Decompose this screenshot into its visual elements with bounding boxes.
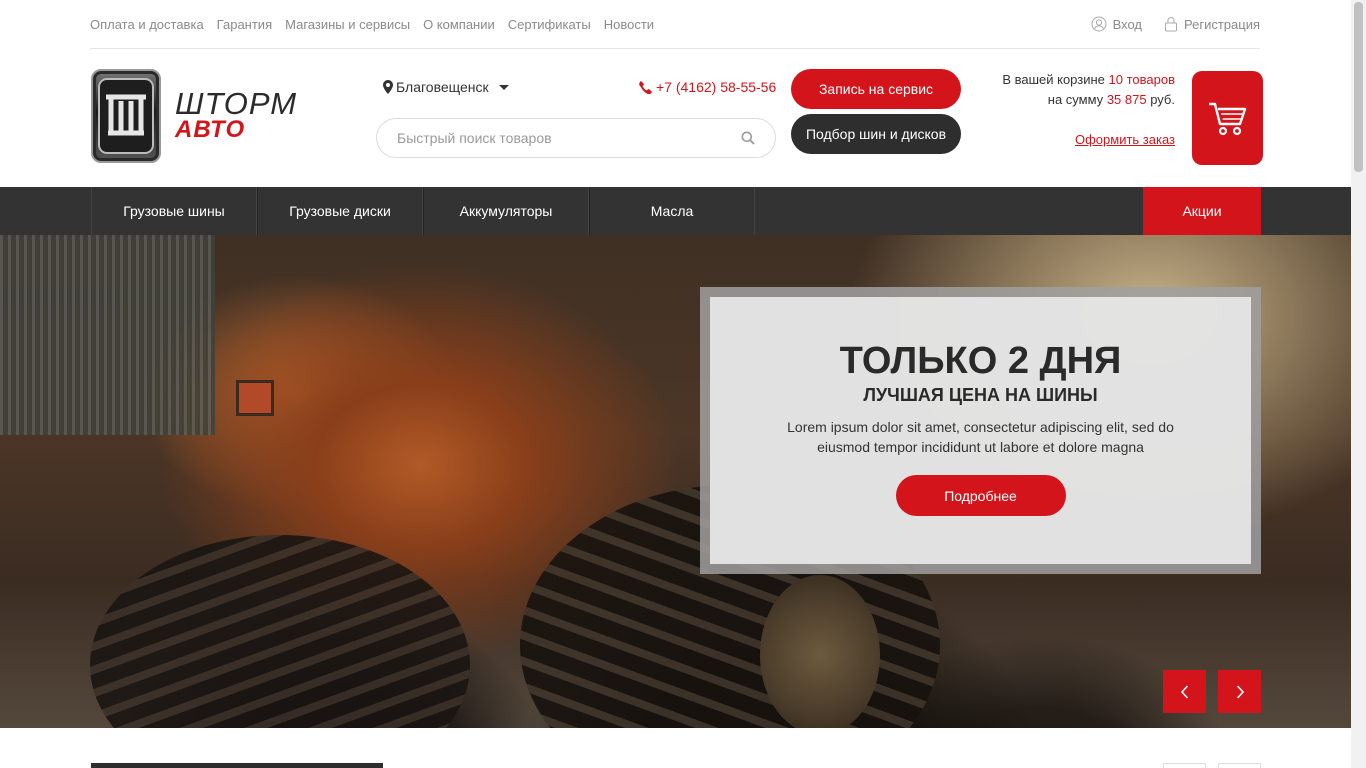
slider-next-button[interactable] (1218, 670, 1261, 713)
hero-image-light (236, 380, 274, 416)
site-logo[interactable]: ШТОРМ АВТО (91, 69, 339, 163)
phone-icon (639, 80, 652, 94)
top-link-warranty[interactable]: Гарантия (217, 17, 272, 32)
cart-button[interactable] (1192, 71, 1263, 165)
logo-emblem-icon (91, 69, 161, 163)
hero-image-grill (0, 235, 215, 435)
logo-line2: АВТО (175, 116, 246, 143)
promo-card: ТОЛЬКО 2 ДНЯ ЛУЧШАЯ ЦЕНА НА ШИНЫ Lorem i… (700, 287, 1261, 574)
cart-item-count: 10 товаров (1108, 72, 1175, 87)
top-link-about[interactable]: О компании (423, 17, 495, 32)
top-links-bar: Оплата и доставка Гарантия Магазины и се… (90, 0, 1260, 49)
promo-text: Lorem ipsum dolor sit amet, consectetur … (787, 419, 1174, 455)
account-links: Вход Регистрация (1069, 16, 1260, 32)
slider-prev-button[interactable] (1163, 670, 1206, 713)
logo-text: ШТОРМ АВТО (175, 86, 298, 143)
cart-total-sum: 35 875 (1106, 92, 1147, 107)
top-link-certificates[interactable]: Сертификаты (508, 17, 591, 32)
logo-line1: ШТОРМ (175, 86, 298, 121)
top-link-news[interactable]: Новости (604, 17, 654, 32)
search-input[interactable] (397, 130, 741, 146)
service-booking-button[interactable]: Запись на сервис (791, 69, 961, 109)
carousel-prev-button[interactable] (1163, 763, 1206, 768)
promo-more-button[interactable]: Подробнее (895, 475, 1066, 516)
checkout-link[interactable]: Оформить заказ (1075, 130, 1175, 150)
chevron-right-icon (1236, 684, 1244, 699)
cart-summary: В вашей корзине 10 товаров на сумму 35 8… (1002, 70, 1175, 150)
promo-title: ТОЛЬКО 2 ДНЯ (839, 340, 1122, 382)
register-link[interactable]: Регистрация (1164, 16, 1260, 32)
chevron-left-icon (1180, 684, 1188, 699)
scrollbar-thumb[interactable] (1354, 2, 1363, 172)
nav-item-promotions[interactable]: Акции (1143, 187, 1261, 235)
nav-item-truck-wheels[interactable]: Грузовые диски (257, 187, 423, 235)
shopping-cart-icon (1208, 102, 1246, 136)
nav-item-oils[interactable]: Масла (589, 187, 755, 235)
cart-line1-label: В вашей корзине (1002, 72, 1105, 87)
page-scrollbar[interactable] (1351, 0, 1366, 768)
nav-item-batteries[interactable]: Аккумуляторы (423, 187, 589, 235)
tire-selection-button[interactable]: Подбор шин и дисков (791, 114, 961, 154)
search-icon[interactable] (741, 131, 755, 145)
search-box (376, 118, 776, 158)
map-pin-icon (383, 80, 393, 94)
top-link-stores[interactable]: Магазины и сервисы (285, 17, 410, 32)
user-icon (1091, 16, 1107, 32)
hero-image-rim (760, 575, 880, 728)
section-tab-bar (91, 763, 383, 768)
main-nav: Грузовые шины Грузовые диски Аккумулятор… (0, 187, 1351, 235)
lock-icon (1165, 17, 1177, 32)
login-label: Вход (1112, 16, 1142, 32)
carousel-next-button[interactable] (1218, 763, 1261, 768)
register-label: Регистрация (1184, 16, 1260, 32)
phone-link[interactable]: +7 (4162) 58-55-56 (639, 79, 776, 95)
nav-item-truck-tires[interactable]: Грузовые шины (91, 187, 257, 235)
hero-slider: ТОЛЬКО 2 ДНЯ ЛУЧШАЯ ЦЕНА НА ШИНЫ Lorem i… (0, 235, 1351, 728)
top-link-delivery[interactable]: Оплата и доставка (90, 17, 204, 32)
phone-number: +7 (4162) 58-55-56 (656, 79, 777, 95)
hero-image-tire-left (90, 535, 470, 728)
login-link[interactable]: Вход (1091, 16, 1142, 32)
chevron-down-icon (498, 84, 509, 90)
city-label: Благовещенск (396, 79, 489, 95)
city-selector[interactable]: Благовещенск (383, 79, 509, 95)
cart-line2-label: на сумму (1047, 92, 1104, 107)
promo-subtitle: ЛУЧШАЯ ЦЕНА НА ШИНЫ (863, 385, 1098, 405)
cart-currency: руб. (1150, 92, 1175, 107)
